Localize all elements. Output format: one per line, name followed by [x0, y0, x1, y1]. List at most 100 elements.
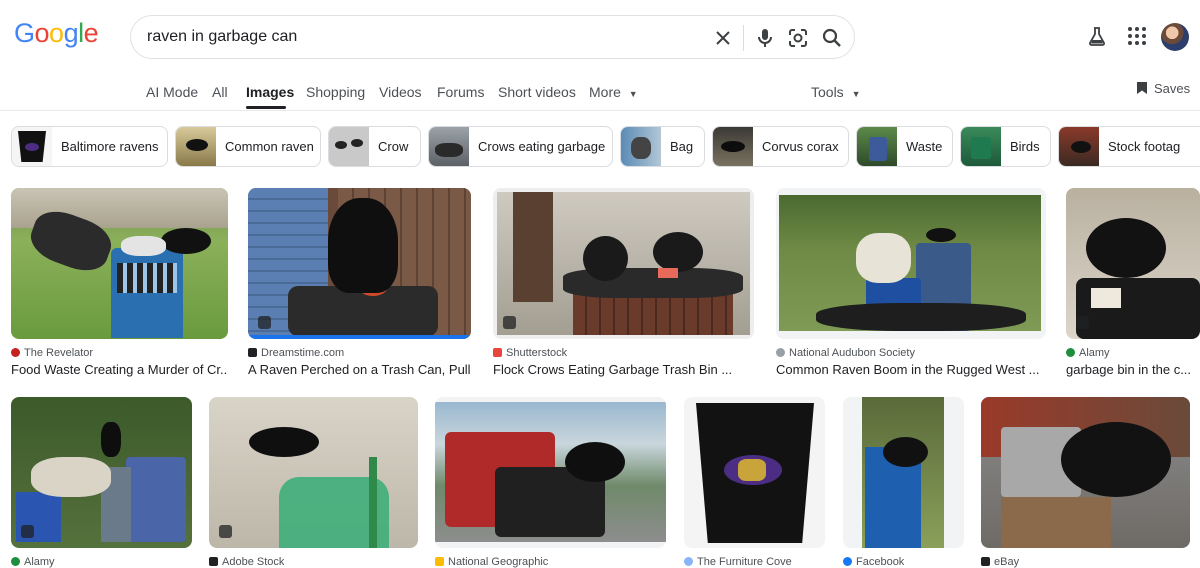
tab-forums[interactable]: Forums — [437, 84, 484, 100]
result-source[interactable]: Dreamstime.com — [248, 347, 344, 359]
chip-thumbnail — [1059, 127, 1099, 166]
chip-thumbnail — [857, 127, 897, 166]
tab-more-label: More — [589, 84, 621, 100]
result-source[interactable]: The Furniture Cove — [684, 556, 792, 568]
result-thumbnail[interactable] — [843, 397, 964, 548]
apps-grid-icon[interactable] — [1127, 26, 1147, 46]
image-result[interactable]: Alamy — [11, 397, 192, 568]
result-title[interactable]: Flock Crows Eating Garbage Trash Bin ... — [493, 362, 754, 377]
chip-thumbnail — [329, 127, 369, 166]
search-box[interactable]: raven in garbage can — [130, 15, 855, 59]
result-title[interactable]: Common Raven Boom in the Rugged West ... — [776, 362, 1046, 377]
chip-thumbnail — [621, 127, 661, 166]
image-result[interactable]: eBay — [981, 397, 1190, 568]
tab-videos[interactable]: Videos — [379, 84, 422, 100]
chip-label: Crows eating garbage — [478, 139, 606, 154]
chip-label: Stock footag — [1108, 139, 1181, 154]
chip-corvus-corax[interactable]: Corvus corax — [712, 126, 849, 167]
image-badge-icon — [503, 316, 516, 329]
saves-label: Saves — [1154, 81, 1191, 96]
result-source[interactable]: Adobe Stock — [209, 556, 284, 568]
result-source[interactable]: Facebook — [843, 556, 904, 568]
tools-label: Tools — [811, 84, 844, 100]
chip-thumbnail — [12, 127, 52, 166]
source-favicon — [493, 348, 502, 357]
chip-thumbnail — [176, 127, 216, 166]
caret-down-icon: ▼ — [851, 89, 861, 99]
image-result[interactable]: National Audubon Society Common Raven Bo… — [776, 188, 1046, 378]
chip-label: Corvus corax — [762, 139, 839, 154]
image-result[interactable]: National Geographic — [435, 397, 666, 568]
result-source[interactable]: The Revelator — [11, 347, 93, 359]
source-name: National Geographic — [448, 556, 549, 568]
chip-thumbnail — [961, 127, 1001, 166]
result-thumbnail[interactable] — [11, 397, 192, 548]
chip-label: Crow — [378, 139, 409, 154]
image-result[interactable]: Shutterstock Flock Crows Eating Garbage … — [493, 188, 754, 378]
chip-bag[interactable]: Bag — [620, 126, 705, 167]
result-source[interactable]: Alamy — [1066, 347, 1110, 359]
result-title[interactable]: A Raven Perched on a Trash Can, Pull... — [248, 362, 471, 377]
chip-label: Baltimore ravens — [61, 139, 159, 154]
chip-birds[interactable]: Birds — [960, 126, 1051, 167]
logo-letter: G — [14, 18, 35, 48]
result-source[interactable]: Shutterstock — [493, 347, 567, 359]
image-result[interactable]: The Furniture Cove — [684, 397, 825, 568]
chip-common-raven[interactable]: Common raven — [175, 126, 321, 167]
labs-flask-icon[interactable] — [1086, 25, 1108, 47]
search-input[interactable]: raven in garbage can — [147, 28, 297, 46]
image-result[interactable]: The Revelator Food Waste Creating a Murd… — [11, 188, 228, 378]
tab-more[interactable]: More ▼ — [589, 84, 638, 100]
tab-images[interactable]: Images — [246, 84, 294, 100]
chip-crow[interactable]: Crow — [328, 126, 421, 167]
logo-letter: o — [34, 18, 50, 48]
lens-icon[interactable] — [786, 26, 810, 50]
image-badge-icon — [21, 525, 34, 538]
image-result[interactable]: Adobe Stock — [209, 397, 418, 568]
tools-button[interactable]: Tools ▼ — [811, 84, 861, 100]
tab-ai-mode[interactable]: AI Mode — [146, 84, 198, 100]
result-thumbnail[interactable] — [776, 188, 1046, 339]
result-source[interactable]: National Geographic — [435, 556, 548, 568]
search-icon[interactable] — [820, 26, 844, 50]
tab-shopping[interactable]: Shopping — [306, 84, 365, 100]
result-thumbnail[interactable] — [209, 397, 418, 548]
caret-down-icon: ▼ — [628, 89, 638, 99]
result-thumbnail[interactable] — [1066, 188, 1200, 339]
image-result[interactable]: Alamy garbage bin in the c... — [1066, 188, 1200, 378]
source-favicon — [776, 348, 785, 357]
microphone-icon[interactable] — [753, 26, 777, 50]
result-source[interactable]: Alamy — [11, 556, 55, 568]
clear-icon[interactable] — [711, 26, 735, 50]
result-title[interactable]: Food Waste Creating a Murder of Cr... — [11, 362, 228, 377]
avatar[interactable] — [1161, 23, 1189, 51]
source-favicon — [11, 348, 20, 357]
source-name: National Audubon Society — [789, 347, 915, 359]
result-thumbnail[interactable] — [248, 188, 471, 339]
tabs-divider — [0, 110, 1200, 111]
result-thumbnail[interactable] — [684, 397, 825, 548]
result-title[interactable]: garbage bin in the c... — [1066, 362, 1200, 377]
chip-thumbnail — [713, 127, 753, 166]
chip-baltimore-ravens[interactable]: Baltimore ravens — [11, 126, 168, 167]
source-name: Alamy — [1079, 347, 1110, 359]
saves-button[interactable]: Saves — [1136, 81, 1190, 96]
source-name: eBay — [994, 556, 1020, 568]
chip-crows-eating-garbage[interactable]: Crows eating garbage — [428, 126, 613, 167]
google-logo[interactable]: Google — [14, 18, 99, 49]
chip-waste[interactable]: Waste — [856, 126, 953, 167]
image-result[interactable]: Facebook — [843, 397, 964, 568]
source-favicon — [1066, 348, 1075, 357]
chip-stock-footage[interactable]: Stock footag — [1058, 126, 1200, 167]
chip-thumbnail — [429, 127, 469, 166]
result-thumbnail[interactable] — [981, 397, 1190, 548]
source-name: Facebook — [856, 556, 905, 568]
result-source[interactable]: National Audubon Society — [776, 347, 915, 359]
result-thumbnail[interactable] — [11, 188, 228, 339]
tab-all[interactable]: All — [212, 84, 228, 100]
result-source[interactable]: eBay — [981, 556, 1019, 568]
tab-short-videos[interactable]: Short videos — [498, 84, 576, 100]
image-result[interactable]: Dreamstime.com A Raven Perched on a Tras… — [248, 188, 471, 378]
result-thumbnail[interactable] — [435, 397, 666, 548]
result-thumbnail[interactable] — [493, 188, 754, 339]
